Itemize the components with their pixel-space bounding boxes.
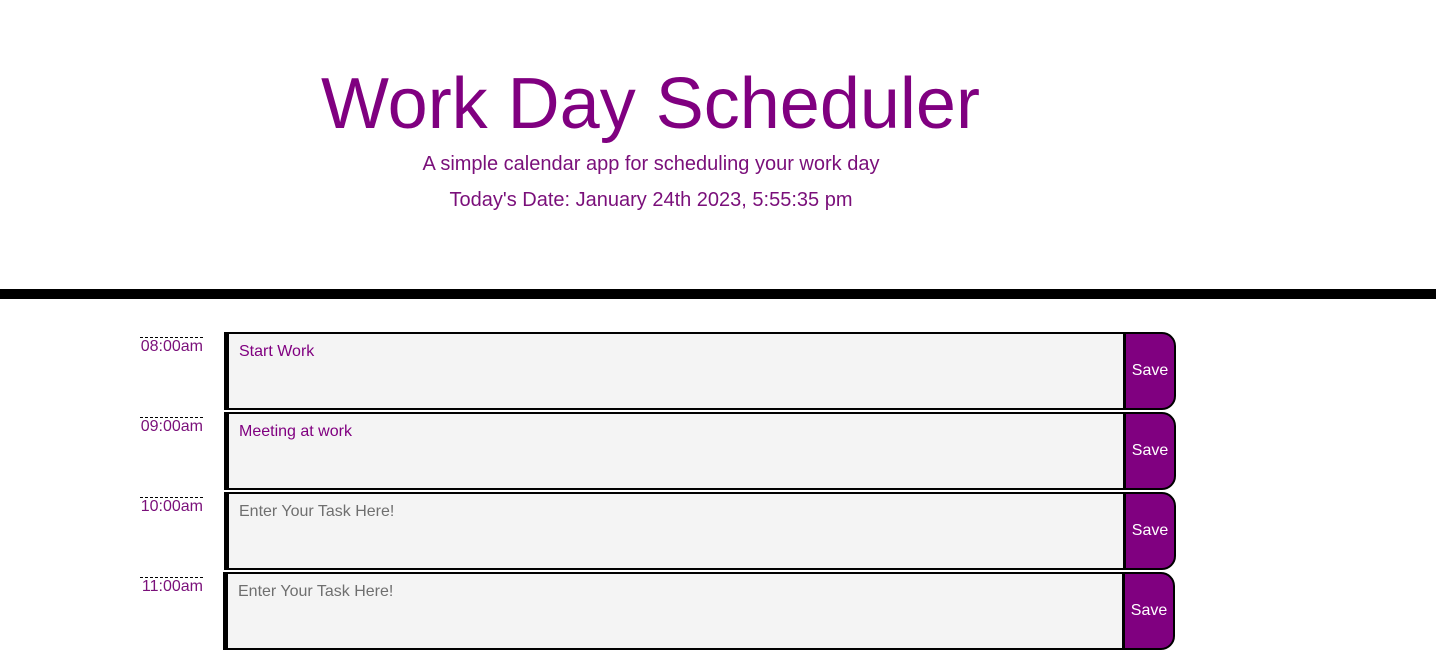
- save-button[interactable]: Save: [1124, 412, 1176, 490]
- time-block-8am: 08:00am Start Work Save: [0, 331, 1436, 411]
- hour-label: 11:00am: [140, 577, 203, 595]
- hour-label: 09:00am: [140, 417, 203, 435]
- task-input[interactable]: Start Work: [224, 332, 1125, 410]
- time-block-11am: 11:00am Save: [0, 571, 1436, 651]
- time-block-9am: 09:00am Meeting at work Save: [0, 411, 1436, 491]
- save-button[interactable]: Save: [1124, 332, 1176, 410]
- task-input[interactable]: [223, 572, 1124, 650]
- page-title: Work Day Scheduler: [321, 64, 980, 144]
- task-input[interactable]: Meeting at work: [224, 412, 1125, 490]
- time-block-10am: 10:00am Save: [0, 491, 1436, 571]
- page-subtitle: A simple calendar app for scheduling you…: [422, 153, 880, 175]
- header-divider: [0, 289, 1436, 299]
- save-button[interactable]: Save: [1123, 572, 1175, 650]
- hour-label: 08:00am: [140, 337, 203, 355]
- task-input[interactable]: [224, 492, 1125, 570]
- page-header: Work Day Scheduler A simple calendar app…: [0, 0, 1436, 289]
- current-date: Today's Date: January 24th 2023, 5:55:35…: [449, 189, 853, 211]
- hour-label: 10:00am: [140, 497, 203, 515]
- save-button[interactable]: Save: [1124, 492, 1176, 570]
